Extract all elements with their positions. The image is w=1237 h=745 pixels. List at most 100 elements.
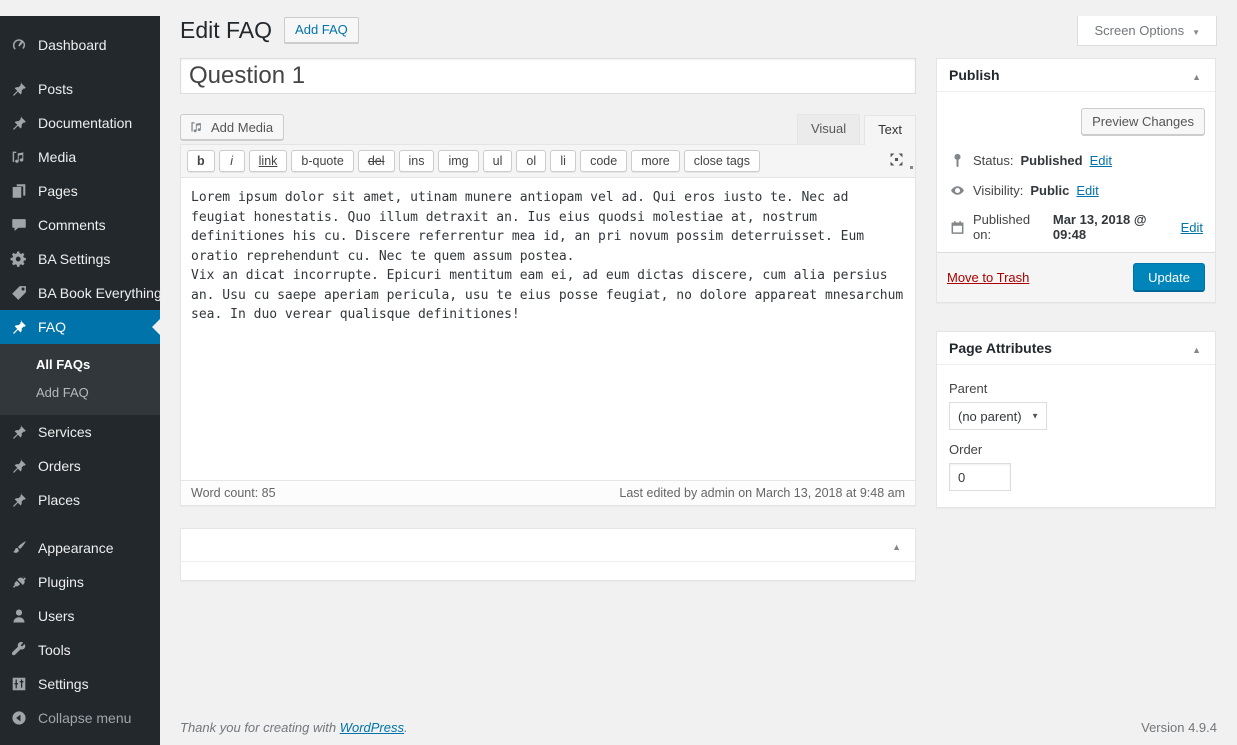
post-status-info: Word count: 85 Last edited by admin on M… — [181, 480, 915, 505]
sidebar-item-places[interactable]: Places — [0, 483, 160, 517]
sidebar-item-label: Dashboard — [38, 37, 107, 53]
quicktag-italic-button[interactable]: i — [219, 150, 245, 172]
sidebar-item-label: Appearance — [38, 540, 114, 556]
published-on-value: Mar 13, 2018 @ 09:48 — [1053, 212, 1174, 242]
status-label: Status: — [973, 153, 1013, 168]
chevron-down-icon — [1192, 23, 1200, 38]
quicktag-ul-button[interactable]: ul — [483, 150, 513, 172]
screen-options-label: Screen Options — [1094, 23, 1184, 38]
footer-thanks-text: Thank you for creating with WordPress. — [180, 720, 408, 735]
status-row: Status: Published Edit — [949, 152, 1203, 169]
edit-date-link[interactable]: Edit — [1181, 220, 1203, 235]
admin-content-area: Screen Options Edit FAQ Add FAQ Add Medi… — [160, 16, 1237, 745]
sidebar-item-posts[interactable]: Posts — [0, 72, 160, 106]
last-edited-text: Last edited by admin on March 13, 2018 a… — [619, 486, 905, 500]
submenu-item-add-faq[interactable]: Add FAQ — [0, 379, 160, 407]
sidebar-item-label: Plugins — [38, 574, 84, 590]
sidebar-item-documentation[interactable]: Documentation — [0, 106, 160, 140]
sidebar-item-label: Services — [38, 424, 92, 440]
update-button[interactable]: Update — [1133, 263, 1205, 292]
collapse-arrow-icon — [9, 708, 29, 728]
sidebar-item-label: BA Book Everything — [38, 285, 162, 301]
quicktag-code-button[interactable]: code — [580, 150, 627, 172]
sidebar-item-label: BA Settings — [38, 251, 110, 267]
page-attributes-box: Page Attributes Parent (no parent) Order — [936, 331, 1216, 508]
parent-select-wrap: (no parent) — [949, 402, 1047, 430]
visibility-value: Public — [1030, 183, 1069, 198]
eye-icon — [949, 182, 966, 199]
page-attributes-title: Page Attributes — [949, 340, 1052, 356]
brush-icon — [9, 538, 29, 558]
quicktag-more-button[interactable]: more — [631, 150, 679, 172]
pin-icon — [9, 317, 29, 337]
metabox-toggle-icon[interactable] — [890, 538, 903, 553]
sidebar-item-ba-settings[interactable]: BA Settings — [0, 242, 160, 276]
sidebar-item-services[interactable]: Services — [0, 415, 160, 449]
wordpress-link[interactable]: WordPress — [340, 720, 404, 735]
admin-sidebar: Dashboard Posts Documentation Media Page… — [0, 16, 160, 745]
quicktag-img-button[interactable]: img — [438, 150, 478, 172]
sidebar-item-label: Media — [38, 149, 76, 165]
tab-text[interactable]: Text — [864, 115, 916, 145]
quicktag-link-button[interactable]: link — [249, 150, 288, 172]
sidebar-item-label: Tools — [38, 642, 71, 658]
tab-visual[interactable]: Visual — [797, 114, 860, 144]
quicktag-close-tags-button[interactable]: close tags — [684, 150, 760, 172]
parent-label: Parent — [949, 381, 1203, 396]
order-input[interactable] — [949, 463, 1011, 491]
quicktag-li-button[interactable]: li — [550, 150, 576, 172]
parent-select[interactable]: (no parent) — [949, 402, 1047, 430]
sidebar-item-label: Pages — [38, 183, 78, 199]
sidebar-item-plugins[interactable]: Plugins — [0, 565, 160, 599]
calendar-icon — [949, 219, 966, 236]
quicktag-blockquote-button[interactable]: b-quote — [291, 150, 353, 172]
collapse-menu-button[interactable]: Collapse menu — [0, 701, 160, 735]
faq-submenu: All FAQs Add FAQ — [0, 344, 160, 415]
sidebar-item-comments[interactable]: Comments — [0, 208, 160, 242]
sidebar-item-pages[interactable]: Pages — [0, 174, 160, 208]
sidebar-item-ba-book-everything[interactable]: BA Book Everything — [0, 276, 160, 310]
published-on-label: Published on: — [973, 212, 1046, 242]
quicktag-bold-button[interactable]: b — [187, 150, 215, 172]
media-icon — [9, 147, 29, 167]
quicktag-del-button[interactable]: del — [358, 150, 395, 172]
visibility-label: Visibility: — [973, 183, 1023, 198]
sidebar-item-appearance[interactable]: Appearance — [0, 531, 160, 565]
publish-box: Publish Preview Changes Status: Publishe… — [936, 58, 1216, 303]
resize-grip-dot — [910, 166, 913, 169]
sidebar-item-tools[interactable]: Tools — [0, 633, 160, 667]
sidebar-item-dashboard[interactable]: Dashboard — [0, 28, 160, 62]
sidebar-item-settings[interactable]: Settings — [0, 667, 160, 701]
submenu-item-all-faqs[interactable]: All FAQs — [0, 351, 160, 379]
text-editor: b i link b-quote del ins img ul ol li co… — [180, 144, 916, 506]
move-to-trash-link[interactable]: Move to Trash — [947, 270, 1029, 285]
pin-icon — [9, 422, 29, 442]
edit-status-link[interactable]: Edit — [1090, 153, 1112, 168]
screen-options-button[interactable]: Screen Options — [1077, 16, 1217, 46]
add-media-button[interactable]: Add Media — [180, 114, 284, 140]
add-faq-button[interactable]: Add FAQ — [284, 17, 359, 43]
page-attributes-toggle-icon[interactable] — [1190, 341, 1203, 356]
sidebar-item-media[interactable]: Media — [0, 140, 160, 174]
sidebar-item-label: Documentation — [38, 115, 132, 131]
publish-toggle-icon[interactable] — [1190, 68, 1203, 83]
user-icon — [9, 606, 29, 626]
preview-changes-button[interactable]: Preview Changes — [1081, 108, 1205, 135]
pin-icon — [9, 490, 29, 510]
post-content-textarea[interactable]: Lorem ipsum dolor sit amet, utinam muner… — [181, 178, 915, 480]
sidebar-item-faq[interactable]: FAQ — [0, 310, 160, 344]
sidebar-item-users[interactable]: Users — [0, 599, 160, 633]
quicktag-ol-button[interactable]: ol — [516, 150, 546, 172]
collapse-menu-label: Collapse menu — [38, 710, 131, 726]
post-title-input[interactable] — [180, 58, 916, 94]
status-pin-icon — [949, 152, 966, 169]
pin-icon — [9, 113, 29, 133]
word-count: Word count: 85 — [191, 486, 276, 500]
quicktag-ins-button[interactable]: ins — [399, 150, 435, 172]
sidebar-item-label: Settings — [38, 676, 89, 692]
sidebar-item-label: Posts — [38, 81, 73, 97]
edit-visibility-link[interactable]: Edit — [1076, 183, 1098, 198]
sidebar-item-orders[interactable]: Orders — [0, 449, 160, 483]
fullscreen-button[interactable] — [888, 151, 905, 171]
sidebar-item-label: Orders — [38, 458, 81, 474]
